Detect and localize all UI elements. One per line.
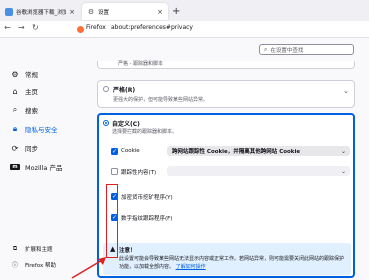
warning-box: ▲ 注意！ 此设置可能会导致某些网站无法显示内容或正常工作。若网站异常，则可能需… — [103, 243, 351, 275]
sync-icon: ⟳ — [11, 143, 19, 153]
cookie-select[interactable]: 跨网站跟踪性 Cookie，并隔离其他跨网站 Cookie ⌄ — [167, 146, 350, 156]
chevron-down-icon: ⌄ — [340, 147, 346, 155]
search-input[interactable]: ⌕ 在设置中查找 — [259, 44, 354, 55]
sidebar-item-label: Mozilla 产品 — [25, 164, 63, 172]
sidebar-item-privacy[interactable]: 🔒︎ 隐私与安全 — [10, 124, 58, 134]
cookie-checkbox[interactable]: ✓ — [111, 148, 118, 155]
sidebar-item-sync[interactable]: ⟳ 同步 — [10, 143, 38, 154]
search-icon: ⌕ — [264, 45, 268, 53]
preferences-page: ⌕ 在设置中查找 ⚙ 常规 ⌂ 主页 ⌕ 搜索 🔒︎ 隐私与安全 ⟳ 同步 m … — [0, 38, 369, 280]
close-icon[interactable]: × — [69, 8, 75, 16]
strict-radio[interactable] — [103, 86, 109, 92]
tab-strip: 谷歌浏览器下载_浏览器官网入口 × ⚙ 设置 × + — [0, 0, 369, 21]
lock-icon: 🔒︎ — [12, 124, 18, 133]
annotation-arrow-icon — [71, 257, 106, 279]
tab-download-page[interactable]: 谷歌浏览器下载_浏览器官网入口 × — [0, 3, 80, 20]
url-brand[interactable]: Firefox — [86, 24, 106, 31]
home-icon: ⌂ — [12, 86, 18, 96]
navigation-bar: ← → ↻ Firefox about:preferences#privacy — [0, 21, 369, 38]
custom-protection-card: 自定义(C) 选择要拦截的跟踪器和脚本。 ✓ Cookie 跨网站跟踪性 Coo… — [97, 113, 355, 278]
forward-button[interactable]: → — [18, 23, 25, 32]
cookie-select-value: 跨网站跟踪性 Cookie，并隔离其他跨网站 Cookie — [172, 149, 301, 155]
tracking-content-select[interactable]: ⌄ — [167, 166, 350, 176]
cookie-label: Cookie — [121, 148, 140, 154]
help-icon: ⓘ — [11, 262, 18, 269]
site-favicon-icon — [5, 7, 13, 16]
url-text[interactable]: about:preferences#privacy — [111, 24, 193, 31]
warning-title: 注意！ — [119, 248, 136, 254]
tab-label: 设置 — [98, 9, 110, 16]
sidebar-item-label: 扩展和主题 — [25, 247, 53, 253]
strict-title: 严格(R) — [113, 87, 136, 94]
warning-text: 此设置可能会导致某些网站无法显示内容或正常工作。若网站异常，则可能需要关闭此网站… — [119, 256, 345, 270]
annotation-highlight-box — [106, 184, 118, 258]
sidebar: ⚙ 常规 ⌂ 主页 ⌕ 搜索 🔒︎ 隐私与安全 ⟳ 同步 m Mozilla 产… — [0, 38, 100, 280]
custom-radio[interactable] — [103, 120, 109, 126]
learn-more-link[interactable]: 了解如何操作 — [176, 264, 206, 270]
warning-body: 此设置可能会导致某些网站无法显示内容或正常工作。若网站异常，则可能需要关闭此网站… — [119, 255, 345, 271]
strict-description: 更强大的保护，但可能导致某些网站异常。 — [113, 97, 209, 103]
firefox-logo-icon — [77, 26, 84, 33]
sidebar-item-help[interactable]: ⓘ Firefox 帮助 — [10, 260, 56, 269]
sidebar-item-general[interactable]: ⚙ 常规 — [10, 69, 38, 80]
chevron-down-icon[interactable]: ⌄ — [343, 87, 349, 95]
sidebar-item-label: Firefox 帮助 — [25, 262, 56, 269]
standard-protection-card: 严格 - 跟踪器和脚本 — [97, 61, 355, 69]
sidebar-item-label: 主页 — [25, 88, 38, 96]
tab-label: 谷歌浏览器下载_浏览器官网入口 — [16, 9, 67, 16]
sidebar-item-home[interactable]: ⌂ 主页 — [10, 86, 38, 97]
tracking-content-label: 跟踪性内容(T) — [121, 170, 157, 176]
sidebar-item-search[interactable]: ⌕ 搜索 — [10, 105, 38, 115]
custom-description: 选择要拦截的跟踪器和脚本。 — [112, 129, 178, 135]
sidebar-item-label: 隐私与安全 — [25, 126, 58, 134]
sidebar-item-mozilla[interactable]: m Mozilla 产品 — [10, 162, 62, 172]
chevron-down-icon: ⌄ — [340, 167, 346, 175]
gear-icon: ⚙ — [87, 7, 95, 16]
search-placeholder: 在设置中查找 — [270, 47, 304, 54]
cryptominers-label: 加密货币挖矿程序(Y) — [121, 195, 173, 201]
new-tab-button[interactable]: + — [172, 6, 180, 17]
reload-button[interactable]: ↻ — [32, 23, 39, 32]
tab-settings[interactable]: ⚙ 设置 × — [82, 3, 168, 20]
sidebar-item-extensions[interactable]: ⧉ 扩展和主题 — [10, 245, 53, 253]
sidebar-item-label: 同步 — [25, 145, 38, 153]
sidebar-item-label: 常规 — [25, 71, 38, 79]
fingerprinters-label: 数字指纹跟踪程序(F) — [121, 216, 173, 222]
close-icon[interactable]: × — [157, 8, 163, 16]
card-cut-text: 严格 - 跟踪器和脚本 — [118, 61, 163, 67]
puzzle-icon: ⧉ — [12, 245, 18, 252]
back-button[interactable]: ← — [4, 23, 11, 32]
tracking-content-checkbox[interactable] — [111, 168, 118, 175]
mozilla-icon: m — [10, 164, 20, 170]
gear-icon: ⚙ — [11, 69, 19, 79]
strict-protection-card[interactable]: 严格(R) 更强大的保护，但可能导致某些网站异常。 ⌄ — [97, 80, 355, 108]
custom-title: 自定义(C) — [112, 121, 140, 128]
search-icon: ⌕ — [12, 105, 18, 114]
sidebar-item-label: 搜索 — [25, 107, 38, 115]
